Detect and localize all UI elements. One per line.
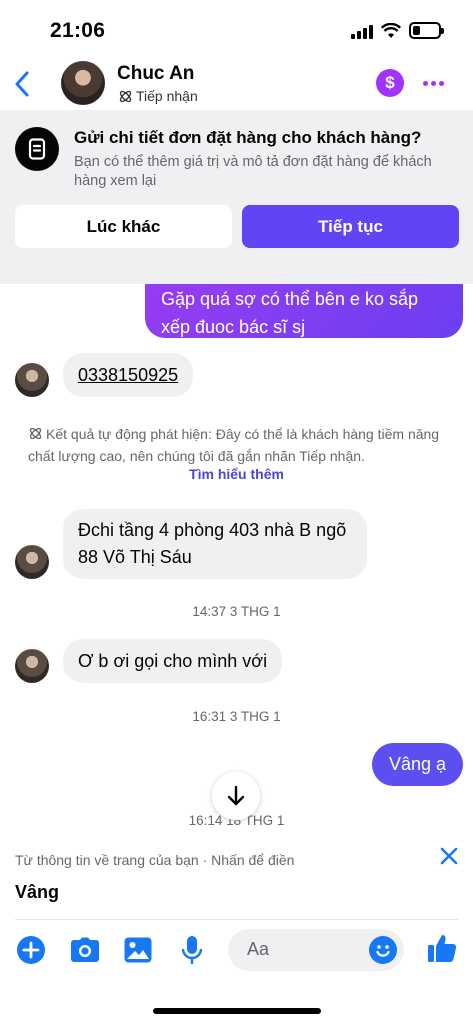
arrow-down-icon — [227, 785, 245, 806]
close-icon — [440, 847, 458, 865]
banner-title: Gửi chi tiết đơn đặt hàng cho khách hàng… — [74, 128, 422, 147]
plus-circle-icon — [17, 936, 45, 964]
more-dots-icon — [422, 80, 428, 86]
image-icon — [124, 937, 152, 963]
learn-more-link[interactable]: Tìm hiểu thêm — [0, 466, 473, 482]
outgoing-message[interactable]: Vâng ạ — [372, 743, 463, 786]
chevron-left-icon — [15, 71, 29, 97]
thumbs-up-icon — [428, 935, 457, 962]
continue-button[interactable]: Tiếp tục — [242, 205, 459, 248]
later-button[interactable]: Lúc khác — [15, 205, 232, 248]
like-button[interactable] — [425, 931, 459, 965]
contact-avatar[interactable] — [61, 61, 105, 105]
avatar[interactable] — [15, 545, 49, 579]
label-tag-icon — [119, 90, 132, 102]
incoming-message[interactable]: Đchi tầng 4 phòng 403 nhà B ngõ 88 Võ Th… — [63, 509, 367, 579]
suggested-reply[interactable]: Vâng — [15, 882, 59, 903]
contact-label[interactable]: Tiếp nhận — [118, 88, 198, 104]
receipt-icon — [15, 127, 59, 171]
label-tag-icon — [29, 427, 42, 440]
incoming-message[interactable]: Ơ b ơi gọi cho mình với — [63, 639, 283, 683]
smiley-icon — [376, 945, 390, 957]
phone-number-link[interactable]: 0338150925 — [78, 362, 178, 389]
dollar-icon: $ — [385, 73, 395, 92]
voice-button[interactable] — [176, 934, 208, 966]
contact-name[interactable]: Chuc An — [117, 63, 194, 85]
camera-button[interactable] — [69, 934, 101, 966]
payment-button[interactable]: $ — [376, 69, 404, 97]
avatar[interactable] — [15, 649, 49, 683]
banner-description: Bạn có thể thêm giá trị và mô tả đơn đặt… — [74, 154, 432, 189]
wifi-icon — [381, 22, 401, 38]
camera-icon — [71, 937, 99, 962]
auto-detect-notice: Kết quả tự động phát hiện: Đây có thể là… — [28, 423, 448, 467]
emoji-button[interactable] — [369, 936, 397, 964]
home-indicator — [153, 1008, 321, 1014]
gallery-button[interactable] — [122, 934, 154, 966]
status-icons — [351, 22, 444, 39]
message-input[interactable] — [247, 939, 367, 960]
suggestion-panel: Từ thông tin về trang của bạn · Nhấn để … — [0, 836, 473, 1023]
notice-text: Kết quả tự động phát hiện: Đây có thể là… — [28, 426, 440, 464]
scroll-to-bottom-button[interactable] — [212, 772, 260, 820]
status-bar: 21:06 — [0, 0, 473, 58]
more-options-button[interactable] — [419, 72, 447, 94]
incoming-message[interactable]: 0338150925 — [63, 353, 194, 397]
close-suggestion-button[interactable] — [437, 844, 461, 868]
message-input-container[interactable] — [228, 929, 404, 971]
divider — [15, 919, 458, 920]
microphone-icon — [181, 936, 203, 964]
signal-icon — [351, 23, 373, 39]
back-button[interactable] — [8, 66, 36, 102]
chat-header: Chuc An Tiếp nhận $ — [0, 58, 473, 110]
suggestion-hint: Từ thông tin về trang của bạn · Nhấn để … — [15, 852, 295, 868]
add-button[interactable] — [15, 934, 47, 966]
timestamp: 16:31 3 THG 1 — [192, 709, 281, 724]
status-time: 21:06 — [50, 19, 106, 42]
avatar[interactable] — [15, 363, 49, 397]
timestamp: 14:37 3 THG 1 — [192, 604, 281, 619]
battery-icon — [409, 22, 444, 39]
order-details-banner: Gửi chi tiết đơn đặt hàng cho khách hàng… — [0, 110, 473, 284]
contact-label-text: Tiếp nhận — [136, 88, 198, 104]
